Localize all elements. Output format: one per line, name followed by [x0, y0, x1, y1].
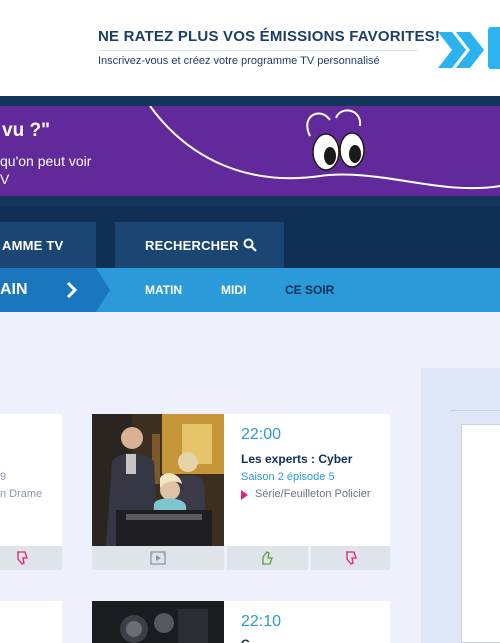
- program-title[interactable]: Les experts : Cyber: [241, 452, 352, 466]
- partial-card-genre: n Drame: [0, 488, 43, 500]
- program-card-actions: [92, 546, 390, 570]
- program-photo-image-next: [92, 601, 224, 643]
- program-time: 22:00: [241, 426, 282, 443]
- like-button[interactable]: [227, 546, 308, 570]
- day-selector[interactable]: AIN: [0, 268, 96, 312]
- sidebar-card[interactable]: [461, 424, 500, 643]
- search-icon: [243, 238, 257, 252]
- program-card-partial-next[interactable]: [0, 601, 62, 643]
- promo-banner[interactable]: NE RATEZ PLUS VOS ÉMISSIONS FAVORITES! I…: [0, 0, 500, 96]
- period-tab-ce-soir[interactable]: CE SOIR: [285, 268, 334, 312]
- tab-programme-label: AMME TV: [2, 237, 64, 253]
- hero-bottom-strip: [0, 196, 500, 206]
- hero-banner[interactable]: vu ?" qu'on peut voir V: [0, 106, 500, 196]
- program-time-next: 22:10: [241, 613, 282, 630]
- dislike-button[interactable]: [311, 546, 390, 570]
- sidebar-divider: [450, 410, 500, 411]
- partial-card-actions: [0, 546, 62, 570]
- tab-search[interactable]: RECHERCHER: [115, 222, 284, 268]
- day-selector-arrow: [96, 268, 110, 312]
- tab-programme-tv[interactable]: AMME TV: [0, 222, 96, 268]
- promo-signup-button[interactable]: [488, 27, 500, 69]
- chevron-right-icon[interactable]: [66, 281, 78, 299]
- hero-subtitle: qu'on peut voir V: [0, 153, 92, 187]
- program-card-next[interactable]: 22:10 C: [92, 601, 390, 643]
- genre-marker-icon: [241, 490, 248, 500]
- day-label: AIN: [0, 281, 28, 298]
- day-period-nav: AIN MATIN MIDI CE SOIR: [0, 268, 500, 312]
- video-icon: [150, 551, 166, 565]
- promo-subtitle: Inscrivez-vous et créez votre programme …: [98, 55, 380, 67]
- program-photo-image: [92, 414, 224, 546]
- program-genre: Série/Feuilleton Policier: [255, 488, 371, 500]
- header-strip: [0, 96, 500, 106]
- main-nav: AMME TV RECHERCHER: [0, 206, 500, 268]
- program-title-next[interactable]: C: [241, 637, 250, 643]
- watch-video-button[interactable]: [92, 546, 224, 570]
- promo-title: NE RATEZ PLUS VOS ÉMISSIONS FAVORITES!: [98, 28, 441, 45]
- program-season: Saison 2 épisode 5: [241, 471, 335, 483]
- program-card[interactable]: 22:00 Les experts : Cyber Saison 2 épiso…: [92, 414, 390, 546]
- double-chevron-icon: [438, 32, 484, 68]
- hero-title: vu ?": [2, 120, 51, 141]
- thumbs-down-icon[interactable]: [14, 550, 30, 566]
- program-thumbnail[interactable]: [92, 414, 224, 546]
- program-card-partial[interactable]: 9 n Drame: [0, 414, 62, 546]
- thumbs-down-icon: [346, 551, 357, 565]
- thumbs-up-icon: [262, 551, 273, 565]
- partial-card-episode: 9: [0, 471, 7, 483]
- period-tab-midi[interactable]: MIDI: [221, 268, 246, 312]
- tab-search-label: RECHERCHER: [145, 237, 239, 253]
- period-tab-matin[interactable]: MATIN: [145, 268, 182, 312]
- promo-divider: [98, 50, 418, 51]
- program-thumbnail-next[interactable]: [92, 601, 224, 643]
